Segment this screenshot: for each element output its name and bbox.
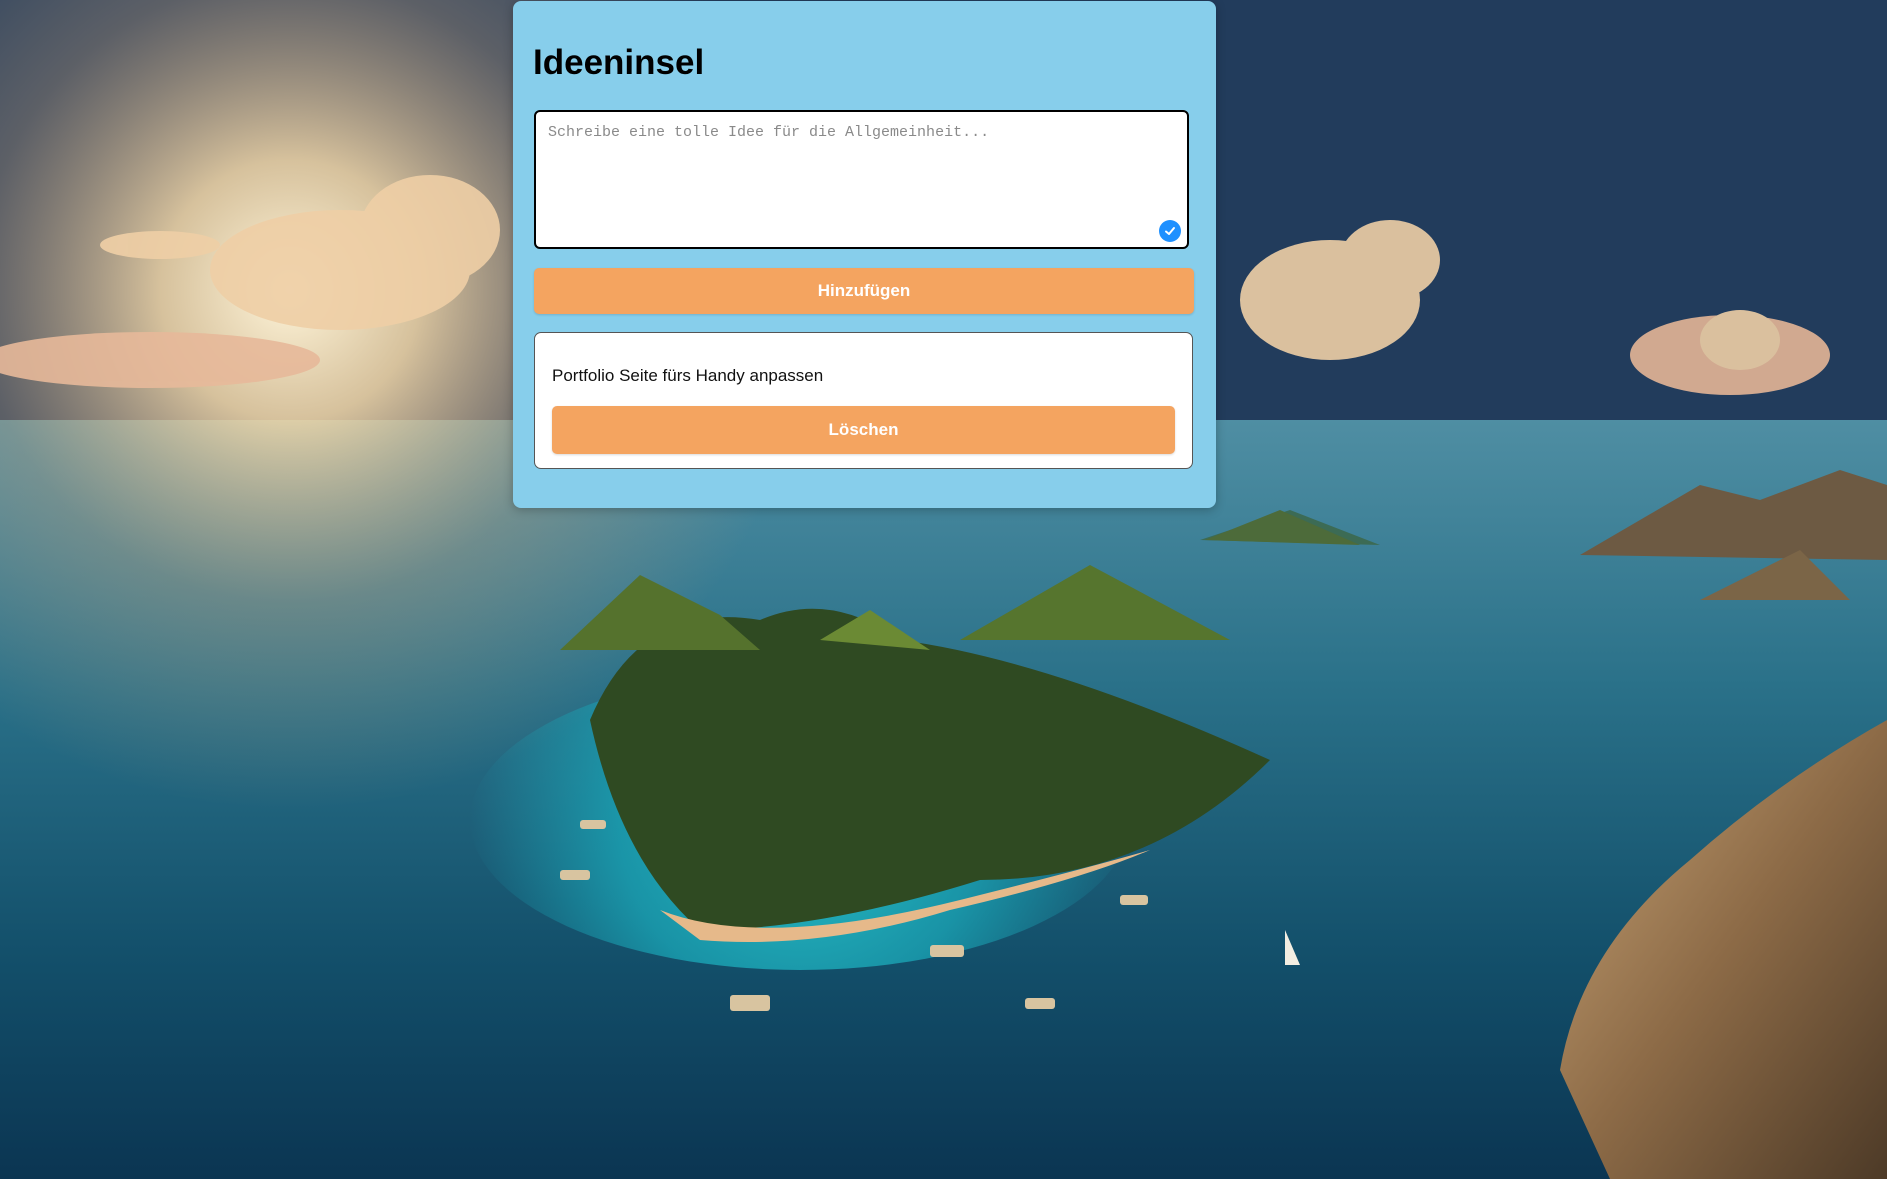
idea-list-item: Portfolio Seite fürs Handy anpassen Lösc… (534, 332, 1193, 469)
idea-input[interactable] (534, 110, 1189, 249)
idea-panel: Ideeninsel Hinzufügen Portfolio Seite fü… (513, 1, 1216, 508)
idea-text: Portfolio Seite fürs Handy anpassen (552, 366, 824, 385)
add-idea-button[interactable]: Hinzufügen (534, 268, 1194, 314)
delete-idea-button[interactable]: Löschen (552, 406, 1175, 454)
check-circle-icon (1159, 220, 1181, 242)
app-title: Ideeninsel (533, 43, 705, 82)
